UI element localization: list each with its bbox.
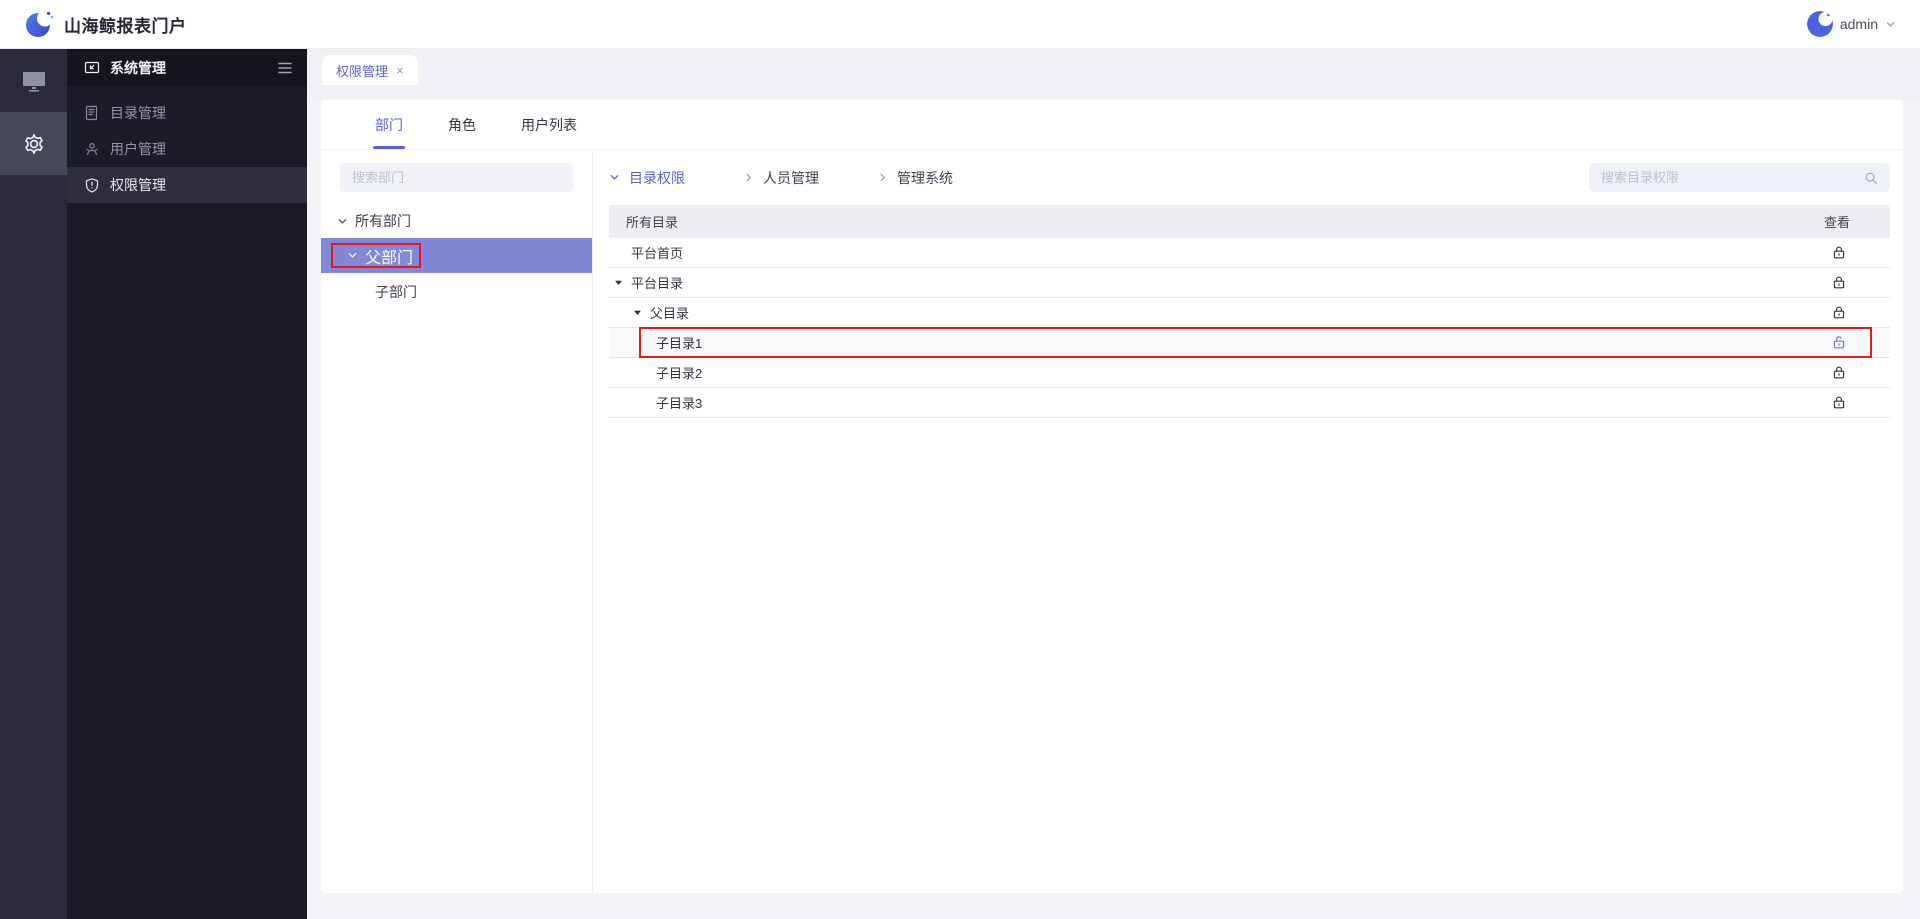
tab-label: 用户列表 [521,116,577,133]
users-icon [84,141,100,157]
sidebar-item-label: 用户管理 [110,141,166,157]
table-header: 所有目录 查看 [609,205,1890,238]
chevron-down-icon [347,250,358,261]
table-row-child-directory-1[interactable]: 子目录1 [609,327,1890,358]
table-row-child-directory-2[interactable]: 子目录2 [609,358,1890,388]
app-header: 山海鲸报表门户 admin [0,0,1920,49]
shield-icon [84,177,100,193]
sidebar-header[interactable]: 系统管理 [67,49,307,86]
tab-permission-mgmt[interactable]: 权限管理 × [322,55,418,85]
row-label: 平台目录 [631,276,684,291]
search-icon [1864,171,1878,185]
hamburger-icon[interactable] [277,61,293,75]
table-row-parent-directory[interactable]: 父目录 [609,298,1890,328]
table-row-child-directory-3[interactable]: 子目录3 [609,388,1890,418]
sidebar-item-label: 权限管理 [110,177,166,193]
caret-down-icon[interactable] [633,308,642,317]
chevron-down-icon [609,172,620,183]
permission-search[interactable] [1589,163,1890,192]
lock-icon[interactable] [1832,275,1890,290]
sidebar-item-user-mgmt[interactable]: 用户管理 [67,131,307,167]
sidebar-title: 系统管理 [110,59,166,76]
user-menu[interactable]: admin [1806,11,1896,37]
tab-role[interactable]: 角色 [448,100,476,150]
row-label: 平台首页 [631,246,684,261]
section-personnel-mgmt[interactable]: 人员管理 [743,168,819,188]
tree-item-label: 子部门 [375,284,417,300]
lock-icon[interactable] [1832,305,1890,320]
column-view: 查看 [1823,215,1850,230]
document-icon [84,105,100,121]
main-card: 部门 角色 用户列表 所有部门 父部门 [321,100,1903,893]
chevron-right-icon [743,172,754,183]
section-label: 管理系统 [897,169,953,186]
tree-item-child-department[interactable]: 子部门 [321,280,592,304]
tab-label: 角色 [448,116,476,133]
user-name: admin [1839,16,1878,32]
section-directory-permission[interactable]: 目录权限 [609,168,685,188]
app-logo-icon [24,9,54,39]
gear-icon [22,132,46,156]
app-title: 山海鲸报表门户 [64,16,187,36]
unlock-icon[interactable] [1832,335,1890,350]
directory-table: 所有目录 查看 平台首页 平台目录 父目录 子目录1 子目录2 子目录3 [609,205,1890,418]
sidebar-item-directory-mgmt[interactable]: 目录管理 [67,95,307,131]
sidebar: 系统管理 目录管理 用户管理 权限管理 [67,49,307,919]
department-search[interactable] [340,163,573,192]
tree-item-label: 父部门 [365,249,414,267]
row-label: 子目录1 [656,336,703,351]
permission-panel: 目录权限 人员管理 管理系统 搜索目录权限 所有目录 查看 平台首页 平台目录 … [593,150,1903,893]
lock-icon[interactable] [1832,245,1890,260]
row-label: 父目录 [650,306,690,321]
monitor-icon [21,69,47,93]
chevron-right-icon [877,172,888,183]
tab-label: 部门 [375,116,403,133]
user-avatar[interactable] [1806,11,1833,37]
lock-icon[interactable] [1832,395,1890,410]
tree-item-parent-department[interactable]: 父部门 [321,238,592,273]
department-search-input[interactable] [352,170,561,185]
section-admin-system[interactable]: 管理系统 [877,168,953,188]
tab-department[interactable]: 部门 [373,100,405,150]
section-label: 目录权限 [629,169,685,186]
tree-item-label: 所有部门 [355,213,411,229]
rail-item-settings[interactable] [0,112,67,175]
section-label: 人员管理 [763,169,819,186]
icon-rail [0,49,67,919]
sidebar-item-label: 目录管理 [110,105,166,121]
caret-down-icon[interactable] [614,278,623,287]
chevron-down-icon [337,216,348,227]
inner-tabs: 部门 角色 用户列表 [321,100,1903,150]
sidebar-item-permission-mgmt[interactable]: 权限管理 [67,167,307,203]
chevron-down-icon [1885,19,1896,30]
close-icon[interactable]: × [396,64,404,77]
tree-item-all-departments[interactable]: 所有部门 [321,209,592,233]
row-label: 子目录2 [656,366,703,381]
tab-label: 权限管理 [336,63,389,79]
row-label: 子目录3 [656,396,703,411]
tab-user-list[interactable]: 用户列表 [521,100,577,150]
lock-icon[interactable] [1832,365,1890,380]
permission-sections: 目录权限 人员管理 管理系统 [609,168,953,188]
department-panel: 所有部门 父部门 子部门 [321,150,592,893]
column-all-directories: 所有目录 [626,215,679,230]
permission-search-input[interactable] [1601,170,1864,185]
table-row-platform-directory[interactable]: 平台目录 [609,268,1890,298]
page-tabstrip: 权限管理 × [307,49,1920,100]
system-window-icon [84,60,100,76]
table-row-platform-home[interactable]: 平台首页 [609,238,1890,268]
rail-item-screens[interactable] [0,49,67,112]
